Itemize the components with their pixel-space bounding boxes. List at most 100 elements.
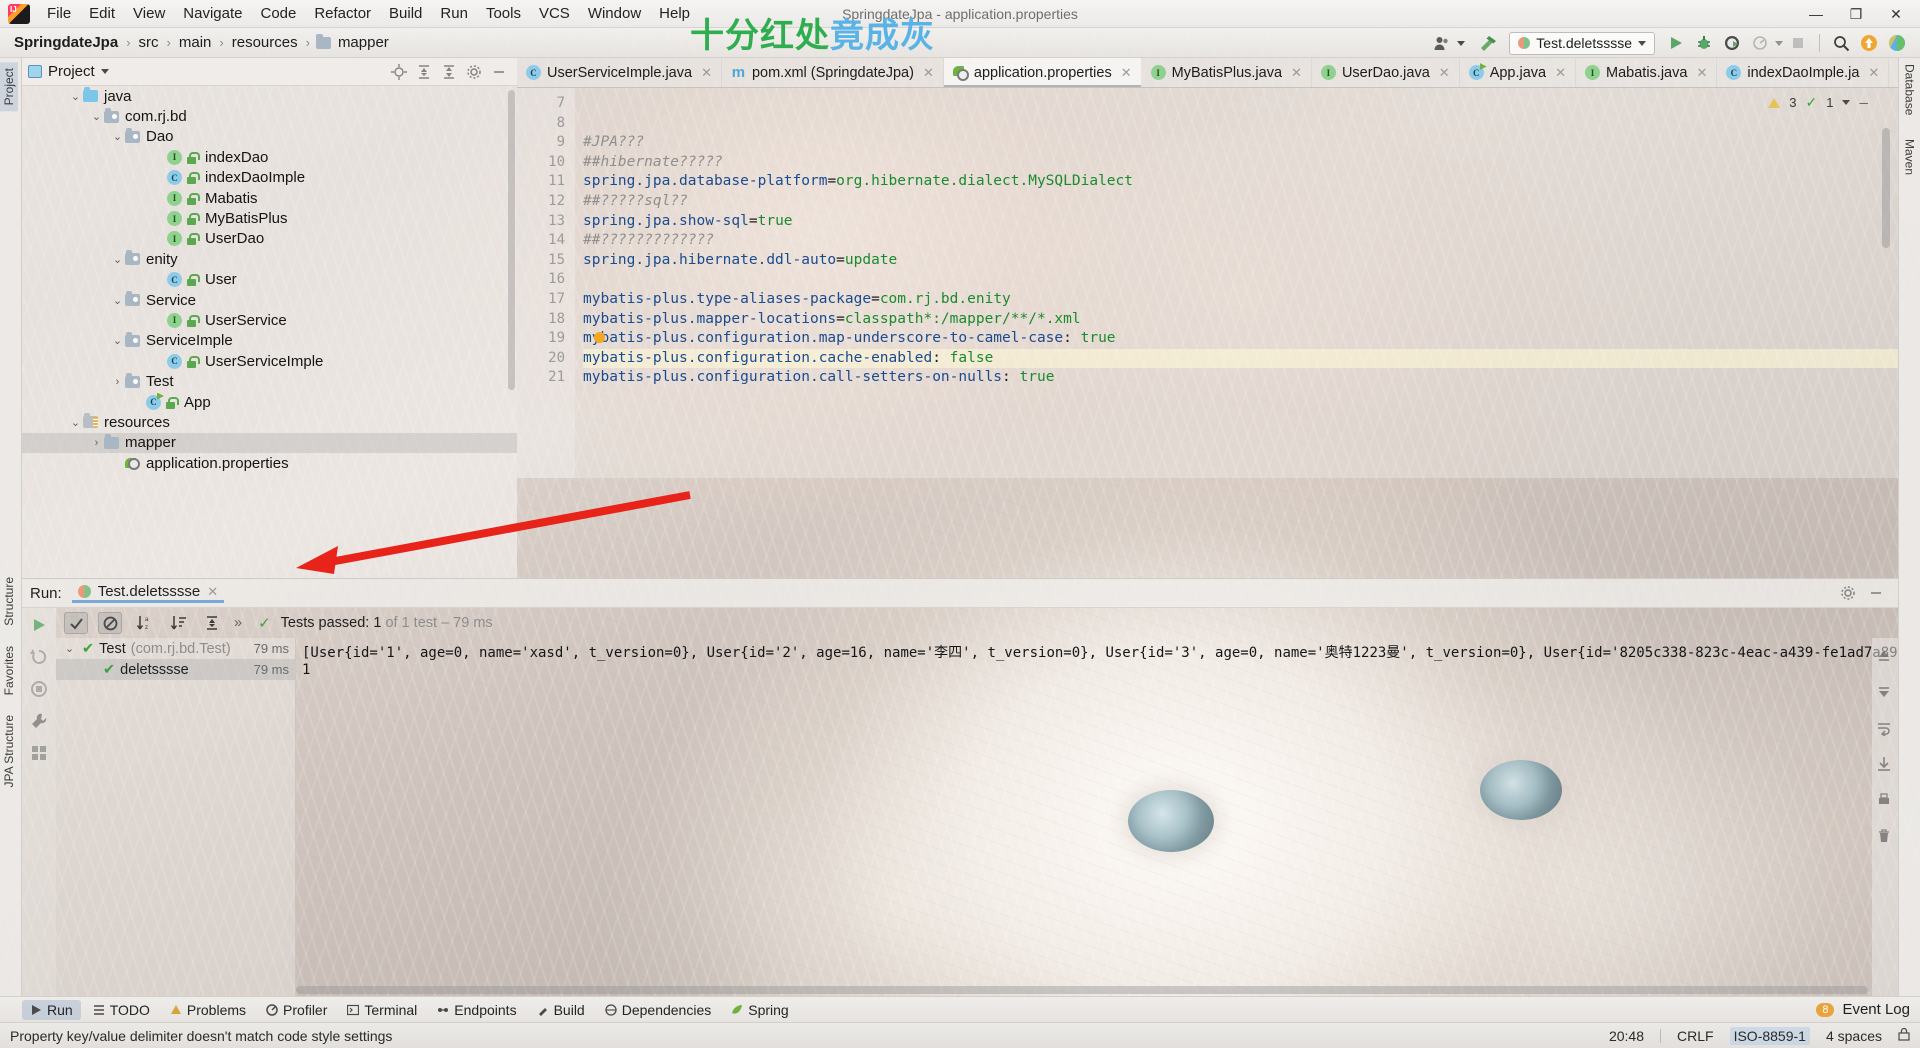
tree-node-application-properties[interactable]: application.properties	[22, 453, 517, 473]
code-line[interactable]: spring.jpa.hibernate.ddl-auto=update	[583, 251, 1898, 271]
code-line[interactable]: mybatis-plus.type-aliases-package=com.rj…	[583, 290, 1898, 310]
code-line[interactable]	[583, 94, 1898, 114]
breadcrumb-resources[interactable]: resources	[230, 34, 300, 51]
tree-node-indexdaoimple[interactable]: CindexDaoImple	[22, 168, 517, 188]
strip-button-project[interactable]: Project	[0, 62, 18, 112]
menu-window[interactable]: Window	[579, 2, 650, 25]
chevron-down-icon[interactable]: ⌄	[68, 90, 83, 103]
inspection-widget[interactable]: 3 ✓ 1 ─	[1768, 94, 1868, 111]
editor-tab-close-icon[interactable]: ✕	[701, 65, 712, 81]
editor-tab-userserviceimple-java[interactable]: C UserServiceImple.java ✕	[517, 58, 722, 87]
toolbar-more-button[interactable]: »	[234, 615, 242, 631]
chevron-down-icon[interactable]: ⌄	[110, 130, 125, 143]
editor-tab-mabatis-java[interactable]: I Mabatis.java ✕	[1576, 58, 1718, 87]
run-settings-gear-icon[interactable]	[1840, 585, 1856, 601]
run-with-coverage-button[interactable]	[1719, 31, 1745, 55]
expand-collapse-button[interactable]	[200, 612, 224, 634]
bottom-button-profiler[interactable]: Profiler	[258, 1000, 335, 1020]
print-icon[interactable]	[1876, 792, 1894, 810]
menu-help[interactable]: Help	[650, 2, 699, 25]
status-line-separator[interactable]: CRLF	[1677, 1028, 1714, 1044]
code-line[interactable]: #JPA???	[583, 133, 1898, 153]
strip-button-database[interactable]: Database	[1903, 64, 1917, 115]
run-tab-test[interactable]: Test.deletsssse ✕	[72, 583, 224, 603]
bottom-button-terminal[interactable]: Terminal	[339, 1000, 425, 1020]
rerun-button[interactable]	[30, 616, 48, 634]
strip-button-favorites[interactable]: Favorites	[0, 640, 18, 701]
tree-node-java[interactable]: ⌄ java	[22, 86, 517, 106]
editor-tab-close-icon[interactable]: ✕	[1121, 65, 1132, 81]
maximize-button[interactable]: ❐	[1836, 1, 1876, 27]
editor-tab-close-icon[interactable]: ✕	[1555, 65, 1566, 81]
code-line[interactable]	[583, 114, 1898, 134]
user-account-icon[interactable]	[1429, 31, 1455, 55]
editor-code-content[interactable]: #JPA??? ##hibernate????? spring.jpa.databa…	[575, 88, 1898, 478]
user-account-chevron-down-icon[interactable]	[1457, 40, 1466, 46]
hide-panel-icon[interactable]	[491, 64, 507, 80]
project-view-chevron-down-icon[interactable]	[100, 69, 109, 74]
code-line[interactable]: spring.jpa.show-sql=true	[583, 212, 1898, 232]
chevron-down-icon[interactable]: ⌄	[110, 253, 125, 266]
hide-ignored-toggle[interactable]	[98, 612, 122, 634]
editor-scrollbar-thumb[interactable]	[1882, 128, 1890, 248]
menu-run[interactable]: Run	[431, 2, 477, 25]
tree-node-mabatis[interactable]: I Mabatis	[22, 188, 517, 208]
scroll-down-icon[interactable]	[1876, 684, 1894, 702]
code-line[interactable]: ##hibernate?????	[583, 153, 1898, 173]
update-project-icon[interactable]	[1856, 31, 1882, 55]
menu-tools[interactable]: Tools	[477, 2, 530, 25]
menu-vcs[interactable]: VCS	[530, 2, 579, 25]
test-tree-row[interactable]: ✔ deletsssse 79 ms	[56, 659, 295, 680]
breadcrumb-project[interactable]: SpringdateJpa	[12, 34, 120, 51]
hide-editor-icon[interactable]: ─	[1859, 96, 1868, 110]
tree-node-userserviceimple[interactable]: C UserServiceImple	[22, 351, 517, 371]
hide-run-panel-icon[interactable]	[1868, 585, 1884, 601]
menu-file[interactable]: File	[38, 2, 80, 25]
strip-button-structure[interactable]: Structure	[0, 571, 18, 632]
editor-body[interactable]: 7 8 9 10 11 12 13 14 15 16 17 18 19 20 21 #JPA??? ##hib…	[517, 88, 1898, 478]
event-log-label[interactable]: Event Log	[1842, 1001, 1910, 1018]
menu-refactor[interactable]: Refactor	[305, 2, 380, 25]
project-tree-scrollbar[interactable]	[508, 86, 517, 578]
console-horizontal-scrollbar[interactable]	[296, 986, 1868, 994]
chevron-down-icon[interactable]: ⌄	[89, 110, 104, 123]
breadcrumb-mapper[interactable]: mapper	[336, 34, 391, 51]
run-configuration-selector[interactable]: Test.deletsssse	[1509, 31, 1655, 55]
code-line[interactable]: mybatis-plus.configuration.map-underscor…	[583, 329, 1898, 349]
project-tree[interactable]: ⌄ java ⌄ com.rj.bd ⌄ Dao IindexDao CindexDaoImp…	[22, 86, 517, 578]
tree-node-user[interactable]: C User	[22, 270, 517, 290]
tree-node-serviceimple[interactable]: ⌄ ServiceImple	[22, 331, 517, 351]
chevron-down-icon[interactable]: ⌄	[62, 642, 77, 655]
chevron-down-icon[interactable]: ⌄	[110, 294, 125, 307]
editor-tab-indexdaoimple-ja[interactable]: CindexDaoImple.ja ✕	[1717, 58, 1890, 87]
project-settings-gear-icon[interactable]	[466, 64, 482, 80]
editor-tab-application-properties[interactable]: application.properties ✕	[943, 58, 1142, 87]
editor-tabs-overflow-chevron-down-icon[interactable]: ⌄	[1889, 58, 1898, 87]
menu-code[interactable]: Code	[251, 2, 305, 25]
status-encoding[interactable]: ISO-8859-1	[1729, 1026, 1810, 1045]
clear-all-trash-icon[interactable]	[1876, 828, 1894, 846]
expand-all-icon[interactable]	[441, 64, 457, 80]
code-line[interactable]: mybatis-plus.configuration.cache-enabled…	[583, 348, 1898, 369]
tree-node-userservice[interactable]: I UserService	[22, 310, 517, 330]
editor-tab-close-icon[interactable]: ✕	[923, 65, 934, 81]
chevron-down-icon[interactable]: ⌄	[110, 334, 125, 347]
chevron-right-icon[interactable]: ›	[110, 376, 125, 388]
bottom-button-endpoints[interactable]: Endpoints	[429, 1000, 524, 1020]
tree-node-enity[interactable]: ⌄ enity	[22, 249, 517, 269]
code-line[interactable]	[583, 270, 1898, 290]
tree-node-resources[interactable]: ⌄ resources	[22, 412, 517, 432]
hammer-build-icon[interactable]	[1475, 31, 1501, 55]
breadcrumb-main[interactable]: main	[177, 34, 214, 51]
minimize-button[interactable]: —	[1796, 1, 1836, 27]
menu-view[interactable]: View	[124, 2, 174, 25]
bottom-button-todo[interactable]: TODO	[85, 1000, 158, 1020]
run-tab-close-icon[interactable]: ✕	[207, 584, 218, 600]
tree-node-app[interactable]: C App	[22, 392, 517, 412]
bottom-button-spring[interactable]: Spring	[723, 1000, 796, 1020]
editor-tab-userdao-java[interactable]: I UserDao.java ✕	[1312, 58, 1460, 87]
stop-button[interactable]	[1785, 31, 1811, 55]
menu-build[interactable]: Build	[380, 2, 431, 25]
scrollbar-thumb[interactable]	[508, 90, 515, 390]
editor-tab-close-icon[interactable]: ✕	[1696, 65, 1707, 81]
